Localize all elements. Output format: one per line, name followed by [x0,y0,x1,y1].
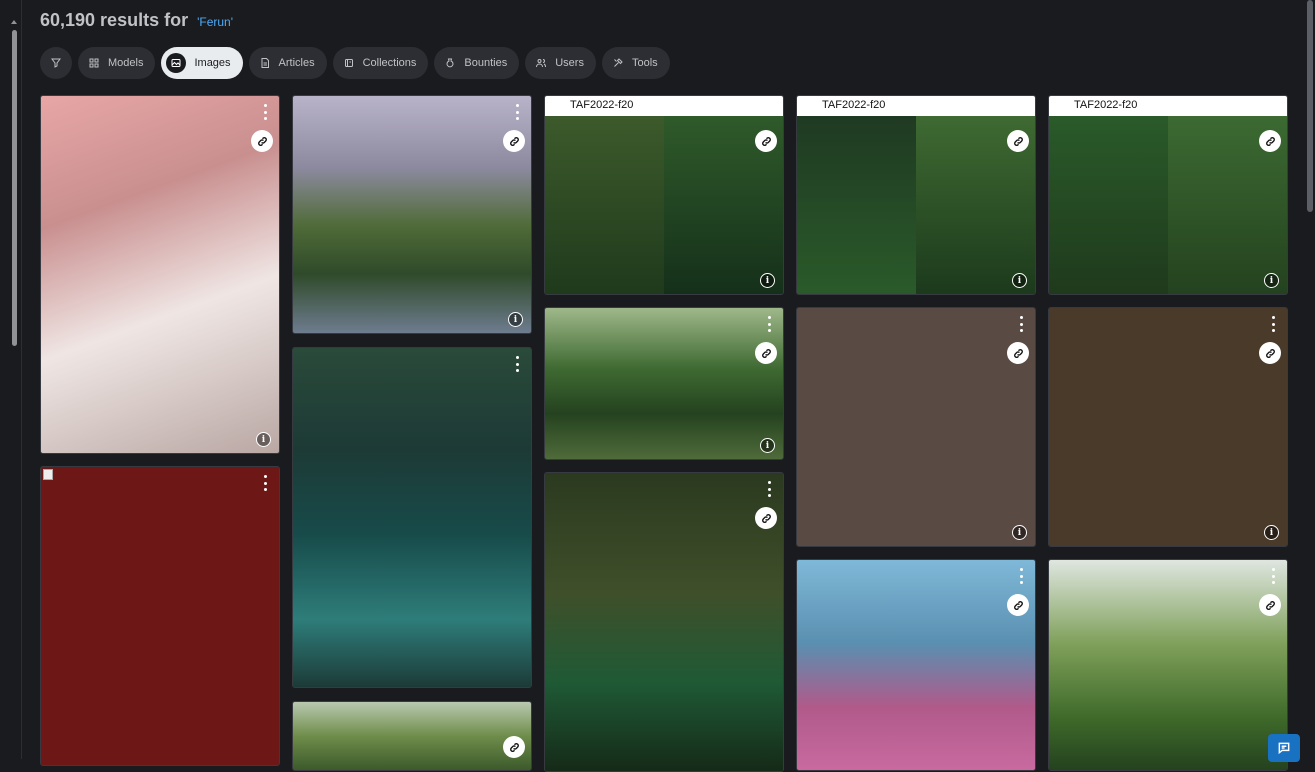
tab-label: Articles [278,57,315,69]
link-icon[interactable] [755,342,777,364]
images-icon [171,59,181,67]
card-image [545,308,783,459]
card-menu-icon[interactable] [1271,316,1275,332]
image-card[interactable]: i [544,307,784,460]
link-icon[interactable] [1007,130,1029,152]
image-card[interactable]: i [292,95,532,334]
info-icon[interactable]: i [256,432,271,447]
results-query[interactable]: 'Ferun' [197,15,233,29]
card-menu-icon[interactable] [263,475,267,491]
image-card[interactable]: TAF2022-f20 i [1048,95,1288,295]
tab-label: Bounties [464,57,508,69]
link-icon[interactable] [755,507,777,529]
tab-tools[interactable]: Tools [601,47,670,79]
link-icon[interactable] [1007,342,1029,364]
info-icon[interactable]: i [760,438,775,453]
articles-icon [261,58,269,68]
image-card[interactable] [40,466,280,766]
image-card[interactable] [796,559,1036,771]
link-icon[interactable] [1007,594,1029,616]
users-icon [536,59,547,68]
models-icon [89,58,99,68]
link-icon[interactable] [1259,130,1281,152]
broken-image-icon [43,469,53,480]
tab-users[interactable]: Users [525,47,596,79]
info-icon[interactable]: i [1264,273,1279,288]
card-image [1049,560,1287,770]
results-count: 60,190 results for [40,10,189,30]
link-icon[interactable] [1259,594,1281,616]
card-image [293,702,531,770]
card-menu-icon[interactable] [767,481,771,497]
collections-icon [344,59,353,67]
card-image [545,473,783,771]
link-icon[interactable] [251,130,273,152]
card-menu-icon[interactable] [515,356,519,372]
link-icon[interactable] [1259,342,1281,364]
card-menu-icon[interactable] [1019,316,1023,332]
info-icon[interactable]: i [1264,525,1279,540]
card-menu-icon[interactable] [767,316,771,332]
card-image [293,96,531,333]
filter-button[interactable] [40,47,72,79]
info-icon[interactable]: i [508,312,523,327]
info-icon[interactable]: i [1012,525,1027,540]
card-image-hidden [1049,308,1287,546]
tab-label: Models [108,57,144,69]
tab-articles[interactable]: Articles [248,47,327,79]
card-image [41,96,279,453]
image-card[interactable]: TAF2022-f20 i [544,95,784,295]
card-image [797,560,1035,770]
left-rail [0,0,22,759]
card-caption: TAF2022-f20 [1049,96,1287,116]
search-tabs: Models Images Articles Collections Bount… [40,47,670,79]
link-icon[interactable] [503,130,525,152]
image-card[interactable] [292,701,532,771]
tab-label: Tools [631,57,658,69]
page-scrollbar-thumb[interactable] [1307,0,1313,212]
scroll-up-arrow-icon[interactable] [11,20,17,24]
card-menu-icon[interactable] [1019,568,1023,584]
card-menu-icon[interactable] [263,104,267,120]
info-icon[interactable]: i [1012,273,1027,288]
tab-bounties[interactable]: Bounties [434,47,520,79]
tab-label: Users [555,57,584,69]
chat-button[interactable] [1268,734,1300,762]
image-card[interactable]: i [796,307,1036,547]
card-menu-icon[interactable] [1271,568,1275,584]
bounties-icon [446,58,454,68]
filter-icon [51,58,61,68]
card-caption: TAF2022-f20 [797,96,1035,116]
card-image-hidden [797,308,1035,546]
tab-collections[interactable]: Collections [332,47,429,79]
link-icon[interactable] [755,130,777,152]
card-menu-icon[interactable] [515,104,519,120]
image-card[interactable] [1048,559,1288,771]
results-header: 60,190 results for 'Ferun' [40,10,233,31]
card-image [545,116,783,294]
chat-icon [1278,742,1290,755]
tools-icon [614,58,623,67]
tab-label: Collections [362,57,417,69]
image-card[interactable]: i [1048,307,1288,547]
image-card[interactable]: TAF2022-f20 i [796,95,1036,295]
image-card[interactable] [292,347,532,688]
card-image [1049,116,1287,294]
link-icon[interactable] [503,736,525,758]
info-icon[interactable]: i [760,273,775,288]
image-card[interactable]: i [40,95,280,454]
card-image [797,116,1035,294]
image-card[interactable] [544,472,784,772]
card-image [293,348,531,687]
tab-images[interactable]: Images [161,47,243,79]
card-caption: TAF2022-f20 [545,96,783,116]
tab-label: Images [194,57,231,69]
left-scrollbar-thumb[interactable] [12,30,17,346]
tab-models[interactable]: Models [78,47,156,79]
